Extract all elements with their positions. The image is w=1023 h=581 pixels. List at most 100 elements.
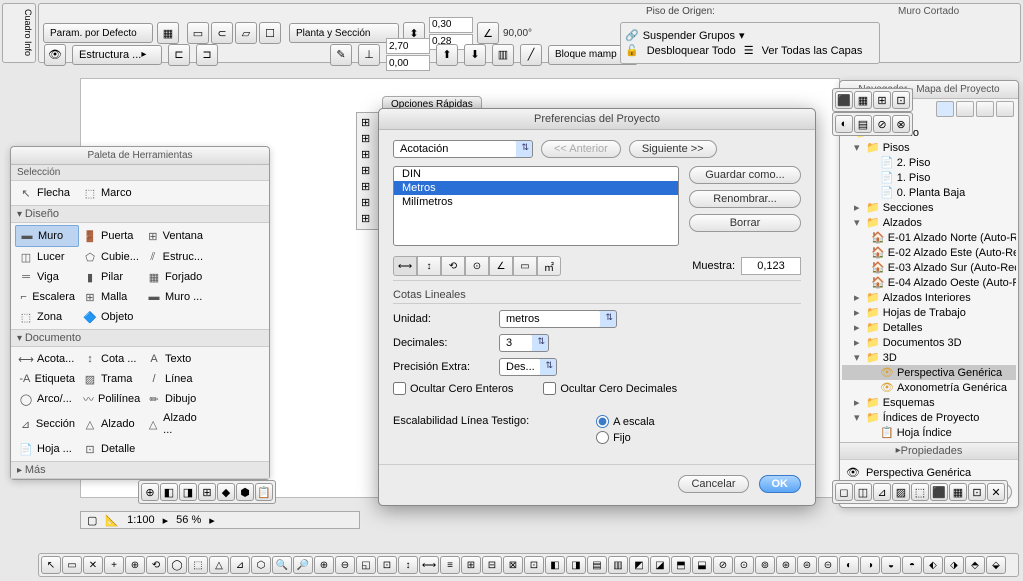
at2-4[interactable]: ⊗ — [892, 115, 910, 133]
hide-int-checkbox[interactable]: Ocultar Cero Enteros — [393, 382, 513, 395]
dp-btn-1[interactable]: ◻ — [835, 483, 853, 501]
at-4[interactable]: ⊡ — [892, 91, 910, 109]
cp-btn-6[interactable]: ⬢ — [236, 483, 254, 501]
tool-cubie[interactable]: ⬠Cubie... — [79, 247, 143, 267]
sb-icon-2[interactable]: 📐 — [105, 514, 119, 527]
tool-cota[interactable]: ↕Cota ... — [79, 349, 143, 369]
tool-acota[interactable]: ⟷Acota... — [15, 349, 79, 369]
cp-btn-1[interactable]: ⊕ — [141, 483, 159, 501]
tree-item[interactable]: ▸📁Detalles — [842, 320, 1016, 335]
dp-btn-3[interactable]: ⊿ — [873, 483, 891, 501]
category-select[interactable]: Acotación — [393, 140, 533, 158]
dp-btn-5[interactable]: ⬚ — [911, 483, 929, 501]
unit-select[interactable]: metros — [499, 310, 617, 328]
nav-tab-pub[interactable] — [996, 101, 1014, 117]
tree-item[interactable]: ▸📁Secciones — [842, 200, 1016, 215]
tool-muro[interactable]: ▬Muro ... — [143, 287, 207, 307]
bottom-tool-45[interactable]: ⬙ — [986, 556, 1006, 574]
tool-muro[interactable]: ▬Muro — [15, 225, 79, 247]
attr-palette[interactable]: ⬛▦⊞⊡ — [832, 88, 913, 112]
bottom-tool-39[interactable]: ◑ — [860, 556, 880, 574]
bottom-tool-12[interactable]: 🔎 — [293, 556, 313, 574]
at-1[interactable]: ⬛ — [835, 91, 853, 109]
bottom-tool-13[interactable]: ⊕ — [314, 556, 334, 574]
properties-title[interactable]: ▸ Propiedades — [840, 443, 1018, 460]
dim-type-1[interactable]: ⟷ — [393, 256, 417, 276]
dp-btn-8[interactable]: ⊡ — [968, 483, 986, 501]
at2-1[interactable]: ◐ — [835, 115, 853, 133]
bottom-tool-21[interactable]: ⊟ — [482, 556, 502, 574]
at2-3[interactable]: ⊘ — [873, 115, 891, 133]
sb-icon-3[interactable]: ▸ — [163, 514, 169, 527]
tool-trama[interactable]: ▨Trama — [79, 369, 143, 389]
wall-section-icon[interactable]: ▥ — [492, 44, 514, 66]
eye-icon[interactable]: 👁 — [44, 44, 66, 66]
at-2[interactable]: ▦ — [854, 91, 872, 109]
bottom-tool-33[interactable]: ⊙ — [734, 556, 754, 574]
tool-flecha[interactable]: ↖Flecha — [15, 183, 79, 203]
tree-item[interactable]: ▸📁Documentos 3D — [842, 335, 1016, 350]
lock-icon[interactable]: 🔓 — [625, 44, 639, 57]
bottom-tool-40[interactable]: ◒ — [881, 556, 901, 574]
bottom-tool-0[interactable]: ↖ — [41, 556, 61, 574]
tool-polilnea[interactable]: 〰Polilínea — [79, 389, 143, 409]
tree-item[interactable]: 📋Hoja Índice — [842, 425, 1016, 440]
ref-line-2[interactable]: ⊐ — [196, 44, 218, 66]
dimension-type-buttons[interactable]: ⟷ ↕ ⟲ ⊙ ∠ ▭ ㎡ — [393, 256, 561, 276]
bottom-tool-24[interactable]: ◧ — [545, 556, 565, 574]
tree-item[interactable]: 🏠E-04 Alzado Oeste (Auto-R — [842, 275, 1016, 290]
coord-palette[interactable]: ⊕◧◨⊞◆⬢📋 — [138, 480, 276, 504]
nav-tab-view[interactable] — [956, 101, 974, 117]
nav-tab-layout[interactable] — [976, 101, 994, 117]
cp-btn-3[interactable]: ◨ — [179, 483, 197, 501]
cut-line-icon[interactable]: ╱ — [520, 44, 542, 66]
cp-btn-5[interactable]: ◆ — [217, 483, 235, 501]
tool-marco[interactable]: ⬚Marco — [79, 183, 143, 203]
tool-puerta[interactable]: 🚪Puerta — [79, 225, 143, 247]
bottom-tool-15[interactable]: ◱ — [356, 556, 376, 574]
bottom-tool-43[interactable]: ⬗ — [944, 556, 964, 574]
tool-arco[interactable]: ◯Arco/... — [15, 389, 79, 409]
bottom-tool-16[interactable]: ⊡ — [377, 556, 397, 574]
tool-lucer[interactable]: ◫Lucer — [15, 247, 79, 267]
bottom-tool-32[interactable]: ⊘ — [713, 556, 733, 574]
delete-button[interactable]: Borrar — [689, 214, 801, 232]
dim-type-5[interactable]: ∠ — [489, 256, 513, 276]
tool-alzado[interactable]: △Alzado — [79, 409, 143, 439]
bottom-tool-25[interactable]: ◨ — [566, 556, 586, 574]
bottom-tool-35[interactable]: ⊛ — [776, 556, 796, 574]
structure-dropdown[interactable]: Estructura ... ▸ — [72, 45, 162, 65]
preset-item[interactable]: Metros — [394, 181, 678, 195]
tree-item[interactable]: ▸📁Hojas de Trabajo — [842, 305, 1016, 320]
suspend-groups-checkbox[interactable]: Suspender Grupos — [643, 30, 735, 42]
at2-2[interactable]: ▤ — [854, 115, 872, 133]
at-3[interactable]: ⊞ — [873, 91, 891, 109]
bottom-tool-1[interactable]: ▭ — [62, 556, 82, 574]
tool-detalle[interactable]: ⊡Detalle — [79, 439, 143, 459]
dp-btn-4[interactable]: ▨ — [892, 483, 910, 501]
tree-item[interactable]: ▾📁Alzados — [842, 215, 1016, 230]
tool-etiqueta[interactable]: -AEtiqueta — [15, 369, 79, 389]
ok-button[interactable]: OK — [759, 475, 802, 493]
bottom-tool-4[interactable]: ⊕ — [125, 556, 145, 574]
dim-type-6[interactable]: ▭ — [513, 256, 537, 276]
bottom-tool-18[interactable]: ⟷ — [419, 556, 439, 574]
attr-palette-2[interactable]: ◐▤⊘⊗ — [832, 112, 913, 136]
palette-section-more[interactable]: ▸ Más — [11, 461, 269, 479]
nav-tab-map[interactable] — [936, 101, 954, 117]
height-btn[interactable]: ⊥ — [358, 44, 380, 66]
tree-item[interactable]: ▸📁Esquemas — [842, 395, 1016, 410]
tree-item[interactable]: 🏠E-03 Alzado Sur (Auto-Rec — [842, 260, 1016, 275]
tree-item[interactable]: 📄1. Piso — [842, 170, 1016, 185]
presets-listbox[interactable]: DINMetrosMilímetros — [393, 166, 679, 246]
tree-item[interactable]: 📄0. Planta Baja — [842, 185, 1016, 200]
dim-type-4[interactable]: ⊙ — [465, 256, 489, 276]
sb-icon-4[interactable]: ▸ — [209, 514, 215, 527]
display-palette[interactable]: ◻◫⊿▨⬚⬛▦⊡✕ — [832, 480, 1008, 504]
bottom-tool-36[interactable]: ⊜ — [797, 556, 817, 574]
sb-icon-1[interactable]: ▢ — [87, 514, 97, 527]
tool-malla[interactable]: ⊞Malla — [79, 287, 143, 307]
bottom-tool-26[interactable]: ▤ — [587, 556, 607, 574]
tree-item[interactable]: ▸📁Alzados Interiores — [842, 290, 1016, 305]
dim-type-7[interactable]: ㎡ — [537, 256, 561, 276]
